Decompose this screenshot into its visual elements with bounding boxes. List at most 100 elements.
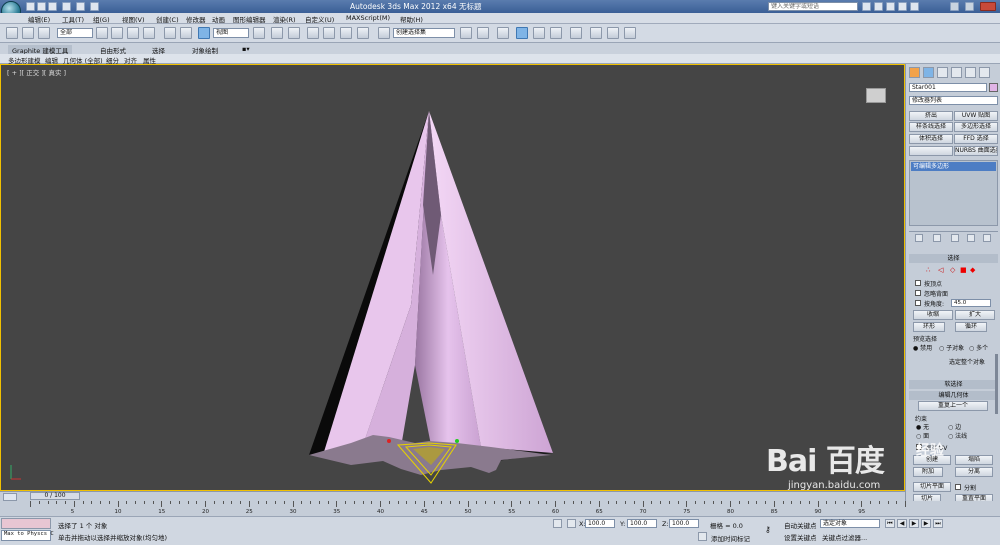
next-frame-icon[interactable]: ▶ xyxy=(921,519,931,528)
close-button[interactable] xyxy=(980,2,996,11)
go-to-end-icon[interactable]: ⏭ xyxy=(933,519,943,528)
menu-rendering[interactable]: 渲染(R) xyxy=(273,14,296,24)
subscription-icon[interactable] xyxy=(874,2,883,11)
panel-scrollbar[interactable] xyxy=(995,354,998,414)
track-bar[interactable]: 5 10 15 20 25 30 35 40 45 50 55 60 65 70 75 80 85 90 95 xyxy=(0,501,1000,517)
bind-space-warp-icon[interactable] xyxy=(38,27,50,39)
select-object-icon[interactable] xyxy=(96,27,108,39)
maxscript-listener-pink[interactable] xyxy=(1,518,51,529)
link-icon[interactable] xyxy=(6,27,18,39)
constraint-face-radio[interactable]: ○ 面 xyxy=(916,431,929,440)
angle-value-field[interactable]: 45.0 xyxy=(951,299,991,307)
auto-key-button[interactable]: 自动关键点 xyxy=(784,520,817,530)
select-manipulate-icon[interactable] xyxy=(271,27,283,39)
constraint-none-radio[interactable]: ● 无 xyxy=(916,422,929,431)
layer-manager-icon[interactable] xyxy=(497,27,509,39)
help-icon[interactable] xyxy=(910,2,919,11)
show-end-result-icon[interactable] xyxy=(933,234,941,242)
minimize-button[interactable] xyxy=(950,2,959,11)
constraint-edge-radio[interactable]: ○ 边 xyxy=(948,422,961,431)
play-icon[interactable]: ▶ xyxy=(909,519,919,528)
maximize-button[interactable] xyxy=(965,2,974,11)
material-editor-icon[interactable] xyxy=(570,27,582,39)
configure-sets-icon[interactable] xyxy=(983,234,991,242)
previous-frame-icon[interactable]: ◀ xyxy=(897,519,907,528)
window-crossing-icon[interactable] xyxy=(143,27,155,39)
menu-maxscript[interactable]: MAXScript(M) xyxy=(346,14,390,22)
detach-button[interactable]: 分离 xyxy=(955,467,993,477)
favorites-icon[interactable] xyxy=(898,2,907,11)
lock-selection-icon[interactable] xyxy=(553,519,562,528)
utilities-tab-icon[interactable] xyxy=(979,67,990,78)
set-key-button[interactable]: 设置关键点 xyxy=(784,532,817,542)
mod-volume-select-button[interactable]: 体积选择 xyxy=(909,134,953,144)
align-icon[interactable] xyxy=(477,27,489,39)
curve-editor-icon[interactable] xyxy=(533,27,545,39)
ignore-backfacing-checkbox[interactable] xyxy=(915,290,921,296)
hierarchy-tab-icon[interactable] xyxy=(937,67,948,78)
edge-icon[interactable]: ◁ xyxy=(938,266,943,274)
mini-curve-editor-icon[interactable] xyxy=(3,493,17,501)
ring-button[interactable]: 环形 xyxy=(913,322,945,332)
pin-stack-icon[interactable] xyxy=(915,234,923,242)
make-unique-icon[interactable] xyxy=(951,234,959,242)
reference-coordinate-dropdown[interactable]: 视图 xyxy=(213,28,249,38)
render-setup-icon[interactable] xyxy=(590,27,602,39)
star-cone-object[interactable] xyxy=(1,65,904,490)
rectangular-selection-icon[interactable] xyxy=(127,27,139,39)
save-icon[interactable] xyxy=(48,2,57,11)
motion-tab-icon[interactable] xyxy=(951,67,962,78)
rendered-frame-icon[interactable] xyxy=(607,27,619,39)
add-time-tag[interactable]: 添加时间标记 xyxy=(711,533,750,543)
snaps-toggle-icon[interactable] xyxy=(307,27,319,39)
mod-extrude-button[interactable]: 挤出 xyxy=(909,111,953,121)
preview-disabled-radio[interactable]: ● 禁用 xyxy=(913,343,932,352)
named-selection-dropdown[interactable]: 创建选择集 xyxy=(393,28,455,38)
element-icon[interactable]: ◆ xyxy=(970,266,975,274)
select-by-name-icon[interactable] xyxy=(111,27,123,39)
attach-button[interactable]: 附加 xyxy=(913,467,943,477)
pivot-center-icon[interactable] xyxy=(253,27,265,39)
y-coordinate-field[interactable]: 100.0 xyxy=(627,519,657,528)
key-icon[interactable]: ⚷ xyxy=(765,525,775,534)
spinner-snap-icon[interactable] xyxy=(357,27,369,39)
new-file-icon[interactable] xyxy=(26,2,35,11)
x-coordinate-field[interactable]: 100.0 xyxy=(585,519,615,528)
z-coordinate-field[interactable]: 100.0 xyxy=(669,519,699,528)
mod-spline-select-button[interactable]: 样条线选择 xyxy=(909,122,953,132)
mirror-icon[interactable] xyxy=(460,27,472,39)
menu-animation[interactable]: 动画 xyxy=(212,14,225,24)
open-file-icon[interactable] xyxy=(37,2,46,11)
rollout-soft-selection[interactable]: 软选择 xyxy=(909,380,998,389)
border-icon[interactable]: ◇ xyxy=(950,266,955,274)
keyboard-shortcut-icon[interactable] xyxy=(288,27,300,39)
communication-icon[interactable] xyxy=(886,2,895,11)
edit-named-selection-icon[interactable] xyxy=(378,27,390,39)
rollout-selection[interactable]: 选择 xyxy=(909,254,998,263)
preview-subobject-radio[interactable]: ○ 子对象 xyxy=(939,343,964,352)
menu-views[interactable]: 视图(V) xyxy=(122,14,145,24)
ribbon-options-icon[interactable]: ▪▾ xyxy=(242,45,250,53)
mod-nurbs-select-button[interactable]: NURBS 曲面选择 xyxy=(954,146,998,156)
rollout-edit-geometry[interactable]: 编辑几何体 xyxy=(909,391,998,400)
menu-graph-editors[interactable]: 图形编辑器 xyxy=(233,14,266,24)
select-move-icon[interactable] xyxy=(164,27,176,39)
mod-poly-select-button[interactable]: 多边形选择 xyxy=(954,122,998,132)
repeat-last-button[interactable]: 重复上一个 xyxy=(918,401,988,411)
constraint-normal-radio[interactable]: ○ 法线 xyxy=(948,431,967,440)
viewport-front[interactable]: [ + ][ 正交 ][ 真实 ] xyxy=(0,64,905,491)
schematic-view-icon[interactable] xyxy=(550,27,562,39)
selection-filter-dropdown[interactable]: 全部 xyxy=(57,28,93,38)
angle-snap-icon[interactable] xyxy=(323,27,335,39)
menu-customize[interactable]: 自定义(U) xyxy=(305,14,334,24)
absolute-mode-icon[interactable] xyxy=(567,519,576,528)
select-scale-icon[interactable] xyxy=(198,27,210,39)
select-rotate-icon[interactable] xyxy=(180,27,192,39)
menu-tools[interactable]: 工具(T) xyxy=(62,14,84,24)
modify-tab-icon[interactable] xyxy=(923,67,934,78)
render-production-icon[interactable] xyxy=(624,27,636,39)
graphite-toggle-icon[interactable] xyxy=(516,27,528,39)
redo-icon[interactable] xyxy=(76,2,85,11)
shrink-button[interactable]: 收缩 xyxy=(913,310,953,320)
go-to-start-icon[interactable]: ⏮ xyxy=(885,519,895,528)
